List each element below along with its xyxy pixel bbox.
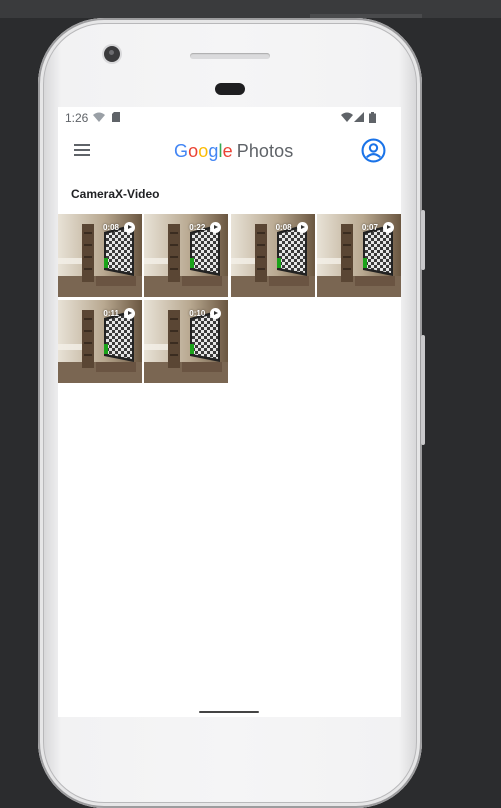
video-thumbnail[interactable]: 0:08 (230, 214, 315, 297)
status-bar: 1:26 (58, 107, 401, 127)
volume-button[interactable] (421, 335, 425, 445)
play-icon (124, 222, 135, 233)
video-duration: 0:08 (102, 223, 119, 232)
video-duration: 0:22 (189, 223, 206, 232)
play-icon (382, 222, 394, 233)
account-circle-icon[interactable] (361, 138, 386, 163)
video-thumbnail[interactable]: 0:11 (58, 300, 142, 383)
phone-screen: 1:26 Google Photos CameraX-Video 0:08 0:… (58, 107, 401, 717)
video-duration: 0:07 (361, 223, 378, 232)
front-camera (104, 46, 120, 62)
logo-letter: g (208, 141, 219, 161)
logo-word: Photos (236, 141, 294, 161)
video-thumbnail[interactable]: 0:07 (316, 214, 401, 297)
video-thumbnail[interactable]: 0:10 (144, 300, 229, 383)
logo-letter: o (198, 141, 209, 161)
play-icon (124, 308, 135, 319)
logo-letter: G (174, 141, 189, 161)
app-bar: Google Photos (58, 129, 401, 171)
logo-letter: e (222, 141, 233, 161)
battery-icon (369, 112, 376, 123)
play-icon (296, 222, 308, 233)
gesture-nav-handle[interactable] (199, 711, 259, 713)
speaker-grille (190, 53, 270, 59)
video-duration: 0:10 (189, 309, 206, 318)
menu-icon[interactable] (74, 144, 90, 156)
logo-letter: o (188, 141, 199, 161)
video-thumbnail[interactable]: 0:08 (58, 214, 142, 297)
sim-card-icon (112, 112, 120, 122)
google-photos-logo: Google Photos (174, 141, 293, 162)
wifi-off-icon (93, 112, 105, 122)
video-thumbnail[interactable]: 0:22 (144, 214, 229, 297)
status-time: 1:26 (65, 111, 89, 125)
earpiece (215, 83, 245, 95)
wifi-icon (341, 112, 353, 122)
album-title: CameraX-Video (71, 187, 160, 201)
window-top-strip (0, 0, 501, 18)
power-button[interactable] (421, 210, 425, 270)
signal-icon (354, 112, 364, 122)
video-duration: 0:08 (275, 223, 292, 232)
video-duration: 0:11 (103, 309, 119, 318)
